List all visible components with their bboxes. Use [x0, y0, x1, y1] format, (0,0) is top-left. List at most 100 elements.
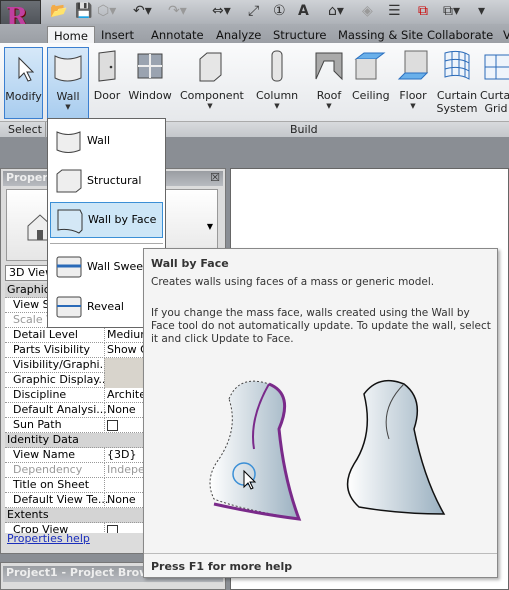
wall-label: Wall	[56, 90, 80, 103]
curtain-system-icon	[444, 50, 470, 80]
tooltip-description: Creates walls using faces of a mass or g…	[151, 276, 435, 288]
menu-item-label: Wall	[87, 134, 111, 147]
structural-wall-icon	[56, 169, 82, 193]
component-icon	[199, 52, 222, 82]
chevron-down-icon[interactable]: ▼	[207, 222, 213, 231]
modify-label: Modify	[5, 90, 42, 103]
wall-button[interactable]: Wall ▼	[47, 47, 89, 119]
tab-insert[interactable]: Insert	[95, 26, 140, 44]
tooltip-separator	[144, 553, 497, 554]
panel-label-build: Build	[290, 123, 318, 136]
properties-help-link[interactable]: Properties help	[7, 532, 90, 545]
menu-item-label: Wall Sweep	[87, 260, 151, 273]
quick-access-toolbar: 📂 💾 ⬡▾ ↶▾ ↷▾ ⇔▾ ⤢ ① A ⌂▾ ◈ ☰ ⧉ ⧉▾ ▾	[0, 0, 509, 24]
column-label: Column	[256, 89, 299, 102]
modify-button[interactable]: Modify	[4, 47, 43, 119]
ceiling-label: Ceiling	[352, 89, 390, 102]
column-icon	[271, 50, 283, 82]
section-icon[interactable]: ◈	[362, 3, 373, 19]
floor-button[interactable]: Floor ▼	[396, 47, 430, 119]
tab-analyze[interactable]: Analyze	[210, 26, 267, 44]
tooltip-footer: Press F1 for more help	[151, 560, 293, 573]
property-name: Extents	[7, 508, 49, 521]
close-hidden-icon[interactable]: ⧉	[418, 3, 428, 19]
thin-lines-icon[interactable]: ☰	[388, 3, 401, 19]
panel-divider	[45, 122, 46, 138]
curtain-system-label: Curtain System	[436, 89, 478, 115]
column-button[interactable]: Column ▼	[256, 47, 298, 119]
tab-annotate[interactable]: Annotate	[145, 26, 210, 44]
menu-separator	[50, 243, 163, 244]
wall-icon	[54, 55, 82, 82]
tag-icon[interactable]: ①	[273, 3, 286, 19]
tab-view[interactable]: V	[497, 26, 509, 44]
ceiling-icon	[354, 52, 386, 80]
menu-item-wall-by-face[interactable]: Wall by Face	[50, 202, 163, 238]
property-name: Identity Data	[7, 433, 79, 446]
property-name: Default Analysi...	[13, 403, 107, 416]
wall-by-face-illustration	[209, 379, 446, 521]
door-icon	[98, 50, 116, 82]
chevron-down-icon: ▼	[207, 102, 213, 110]
roof-button[interactable]: Roof ▼	[313, 47, 345, 119]
component-label: Component	[180, 89, 244, 102]
tab-collaborate[interactable]: Collaborate	[421, 26, 499, 44]
component-button[interactable]: Component ▼	[180, 47, 244, 119]
tab-structure[interactable]: Structure	[267, 26, 333, 44]
property-name: Title on Sheet	[13, 478, 90, 491]
wall-by-face-icon	[57, 209, 83, 234]
wall-sweep-icon	[56, 256, 82, 278]
checkbox[interactable]	[107, 420, 118, 431]
chevron-down-icon: ▼	[274, 102, 280, 110]
property-name: Visibility/Graphi...	[13, 358, 111, 371]
sync-icon[interactable]: ⬡▾	[97, 3, 116, 19]
tooltip-title: Wall by Face	[151, 257, 229, 270]
curtain-grid-label: Curtain Grid	[480, 89, 509, 115]
menu-item-label: Reveal	[87, 300, 124, 313]
redo-icon[interactable]: ↷▾	[168, 3, 187, 19]
ceiling-button[interactable]: Ceiling	[352, 47, 390, 119]
window-icon	[137, 53, 163, 79]
open-icon[interactable]: 📂	[50, 3, 67, 19]
roof-label: Roof	[316, 89, 342, 102]
menu-item-structural-wall[interactable]: Structural Wall	[50, 165, 163, 219]
property-name: View Name	[13, 448, 76, 461]
wall-icon	[56, 131, 81, 153]
property-name: Sun Path	[13, 418, 62, 431]
curtain-grid-icon	[484, 54, 509, 80]
menu-item-label: Wall by Face	[88, 213, 157, 226]
tooltip-wall-by-face: Wall by Face Creates walls using faces o…	[143, 248, 498, 578]
dimension-icon[interactable]: ⤢	[248, 3, 259, 19]
property-name: Discipline	[13, 388, 67, 401]
roof-icon	[315, 52, 343, 81]
window-button[interactable]: Window	[128, 47, 172, 119]
save-icon[interactable]: 💾	[75, 3, 92, 19]
switch-windows-icon[interactable]: ⧉▾	[443, 3, 460, 19]
menu-item-wall[interactable]: Wall	[50, 125, 163, 157]
door-label: Door	[93, 89, 121, 102]
property-name: Dependency	[13, 463, 83, 476]
cursor-arrow-icon	[18, 56, 34, 82]
property-name: Parts Visibility	[13, 343, 91, 356]
curtain-system-button[interactable]: Curtain System	[436, 47, 478, 119]
property-name: Default View Te...	[13, 493, 109, 506]
undo-icon[interactable]: ↶▾	[133, 3, 152, 19]
tab-home[interactable]: Home	[47, 26, 95, 44]
customize-qat-icon[interactable]: ▾	[478, 3, 485, 19]
checkbox[interactable]	[107, 525, 118, 533]
floor-icon	[397, 50, 429, 80]
curtain-grid-button[interactable]: Curtain Grid	[480, 47, 509, 119]
door-button[interactable]: Door	[92, 47, 122, 119]
window-label: Window	[128, 89, 172, 102]
ribbon-tabs: Home Insert Annotate Analyze Structure M…	[0, 24, 509, 44]
text-icon[interactable]: A	[298, 3, 309, 19]
property-name: Detail Level	[13, 328, 78, 341]
3d-view-icon[interactable]: ⌂▾	[328, 3, 344, 19]
tab-massing-site[interactable]: Massing & Site	[332, 26, 429, 44]
chevron-down-icon: ▼	[326, 102, 332, 110]
tooltip-detail: If you change the mass face, walls creat…	[151, 307, 491, 345]
chevron-down-icon: ▼	[410, 102, 416, 110]
close-icon[interactable]: ☒	[210, 171, 220, 184]
property-name: Graphic Display...	[13, 373, 109, 386]
measure-icon[interactable]: ⇔▾	[212, 3, 231, 19]
